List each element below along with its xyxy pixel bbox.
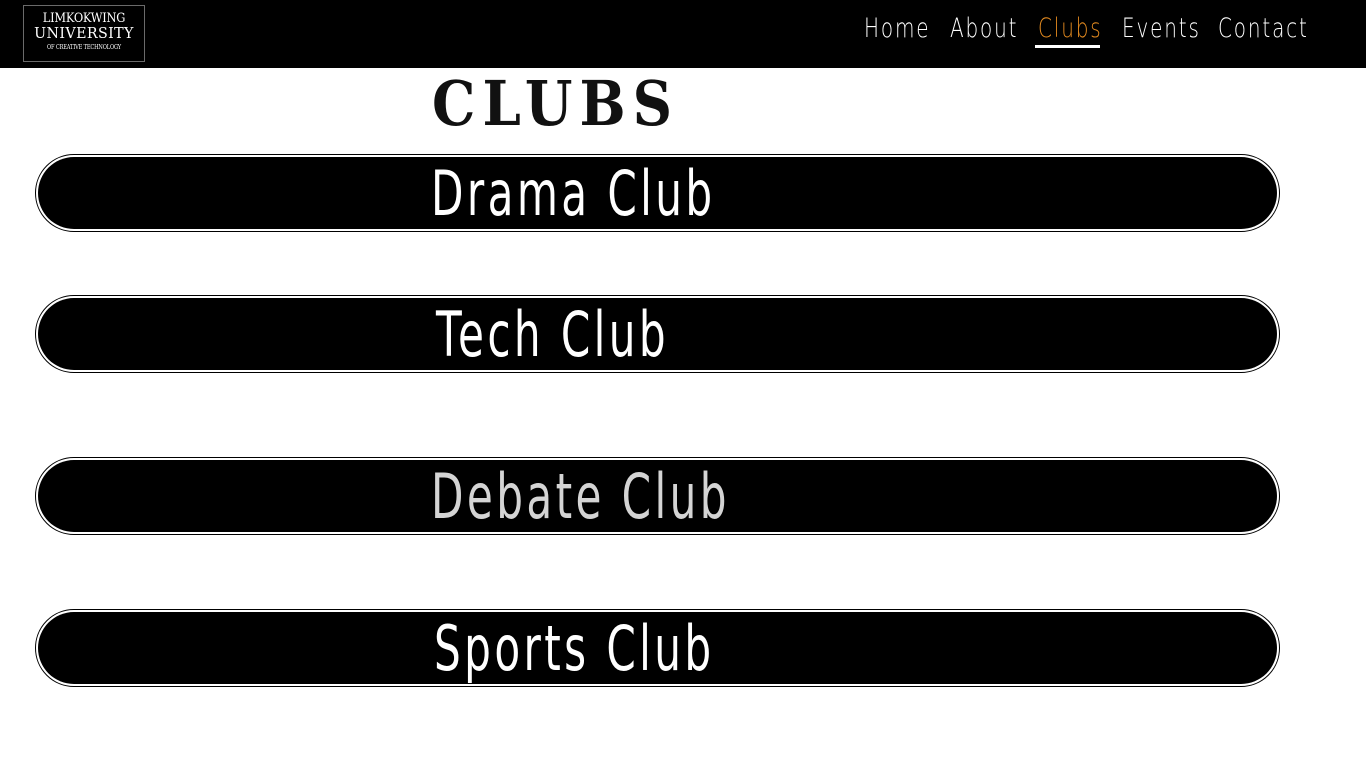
page-title: CLUBS xyxy=(432,70,732,138)
nav-home-link[interactable]: Home xyxy=(864,12,930,46)
nav-contact-link[interactable]: Contact xyxy=(1218,12,1309,46)
university-logo[interactable]: LIMKOKWING UNIVERSITY OF CREATIVE TECHNO… xyxy=(23,5,145,62)
club-tech-label: Tech Club xyxy=(436,297,670,371)
club-debate-label: Debate Club xyxy=(431,459,730,533)
club-drama-label: Drama Club xyxy=(431,156,716,230)
club-tech-button[interactable]: Tech Club xyxy=(35,295,1280,373)
nav-events-link[interactable]: Events xyxy=(1122,12,1201,46)
logo-line-3: OF CREATIVE TECHNOLOGY xyxy=(47,44,121,51)
logo-line-2: UNIVERSITY xyxy=(34,24,134,42)
club-debate-button[interactable]: Debate Club xyxy=(35,457,1280,535)
nav-about-link[interactable]: About xyxy=(950,12,1018,46)
club-drama-button[interactable]: Drama Club xyxy=(35,154,1280,232)
active-nav-underline xyxy=(1035,45,1100,48)
club-sports-label: Sports Club xyxy=(434,611,715,685)
top-navigation-bar: LIMKOKWING UNIVERSITY OF CREATIVE TECHNO… xyxy=(0,0,1366,68)
page-title-text: CLUBS xyxy=(432,67,680,140)
club-sports-button[interactable]: Sports Club xyxy=(35,609,1280,687)
nav-clubs-link[interactable]: Clubs xyxy=(1038,12,1103,46)
main-nav: Home About Clubs Events Contact xyxy=(860,0,1320,68)
